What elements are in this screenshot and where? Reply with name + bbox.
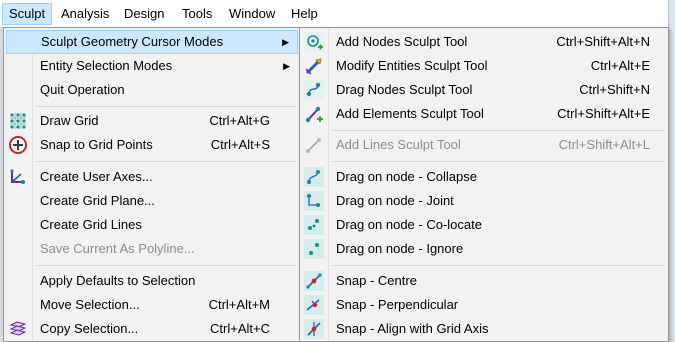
menu-item-label: Drag on node - Co-locate — [336, 217, 482, 232]
menu-item-shortcut: Ctrl+Shift+Alt+E — [557, 106, 650, 121]
copy-selection-icon — [8, 319, 28, 339]
menu-item-label: Add Lines Sculpt Tool — [336, 137, 461, 152]
menu-sculpt[interactable]: Sculpt — [2, 3, 53, 25]
sculpt-menu: Sculpt Geometry Cursor Modes ▶ Entity Se… — [3, 27, 301, 342]
menu-item-label: Save Current As Polyline... — [40, 241, 195, 256]
menu-item-snap-align-grid-axis[interactable]: Snap - Align with Grid Axis — [302, 317, 666, 341]
add-nodes-icon — [304, 32, 324, 52]
menu-item-snap-grid-points[interactable]: Snap to Grid Points Ctrl+Alt+S — [6, 133, 298, 157]
menu-item-move-selection[interactable]: Move Selection... Ctrl+Alt+M — [6, 293, 298, 317]
snap-grid-icon — [8, 135, 28, 155]
menu-item-label: Modify Entities Sculpt Tool — [336, 58, 488, 73]
menu-item-copy-selection[interactable]: Copy Selection... Ctrl+Alt+C — [6, 317, 298, 341]
menu-item-create-grid-plane[interactable]: Create Grid Plane... — [6, 189, 298, 213]
menu-item-label: Quit Operation — [40, 82, 125, 97]
menu-separator — [332, 130, 664, 131]
menu-item-drag-joint[interactable]: Drag on node - Joint — [302, 189, 666, 213]
menu-item-label: Drag Nodes Sculpt Tool — [336, 82, 473, 97]
menu-separator — [332, 161, 664, 162]
snap-perpendicular-icon — [304, 295, 324, 315]
drag-joint-icon — [304, 191, 324, 211]
menu-item-label: Apply Defaults to Selection — [40, 273, 196, 288]
menu-item-draw-grid[interactable]: Draw Grid Ctrl+Alt+G — [6, 109, 298, 133]
drag-collapse-icon — [304, 167, 324, 187]
menu-item-drag-ignore[interactable]: Drag on node - Ignore — [302, 237, 666, 261]
drag-ignore-icon — [304, 239, 324, 259]
menu-item-shortcut: Ctrl+Alt+E — [590, 58, 650, 73]
menu-item-modify-entities-tool[interactable]: Modify Entities Sculpt Tool Ctrl+Alt+E — [302, 54, 666, 78]
menu-item-label: Snap - Perpendicular — [336, 297, 459, 312]
menu-item-add-lines-tool: Add Lines Sculpt Tool Ctrl+Shift+Alt+L — [302, 133, 666, 157]
menu-item-save-as-polyline: Save Current As Polyline... — [6, 237, 298, 261]
menu-item-label: Entity Selection Modes — [40, 58, 173, 73]
snap-align-icon — [304, 319, 324, 339]
menu-item-label: Create User Axes... — [40, 169, 153, 184]
menu-item-drag-collapse[interactable]: Drag on node - Collapse — [302, 165, 666, 189]
modify-entities-icon — [304, 56, 324, 76]
menu-item-shortcut: Ctrl+Alt+C — [210, 321, 270, 336]
menu-item-label: Drag on node - Ignore — [336, 241, 464, 256]
user-axes-icon — [8, 167, 28, 187]
menu-item-label: Snap - Align with Grid Axis — [336, 321, 489, 336]
menu-window[interactable]: Window — [223, 3, 281, 25]
menu-item-drag-nodes-tool[interactable]: Drag Nodes Sculpt Tool Ctrl+Shift+N — [302, 78, 666, 102]
menu-item-label: Copy Selection... — [40, 321, 139, 336]
menu-item-shortcut: Ctrl+Shift+Alt+N — [556, 34, 650, 49]
menu-item-label: Drag on node - Joint — [336, 193, 454, 208]
menu-item-shortcut: Ctrl+Alt+G — [209, 113, 270, 128]
menu-item-label: Sculpt Geometry Cursor Modes — [41, 34, 224, 49]
menu-item-label: Drag on node - Collapse — [336, 169, 477, 184]
menu-item-create-user-axes[interactable]: Create User Axes... — [6, 165, 298, 189]
snap-centre-icon — [304, 271, 324, 291]
menu-item-label: Snap to Grid Points — [40, 137, 153, 152]
menu-help[interactable]: Help — [285, 3, 324, 25]
menu-item-label: Draw Grid — [40, 113, 99, 128]
menu-bar: Sculpt Analysis Design Tools Window Help — [0, 0, 675, 28]
menu-separator — [36, 161, 296, 162]
menu-item-cursor-modes[interactable]: Sculpt Geometry Cursor Modes ▶ — [6, 30, 298, 54]
menu-item-label: Create Grid Plane... — [40, 193, 155, 208]
menu-item-shortcut: Ctrl+Alt+S — [210, 137, 270, 152]
menu-item-shortcut: Ctrl+Shift+Alt+L — [558, 137, 650, 152]
menu-tools[interactable]: Tools — [176, 3, 218, 25]
menu-item-add-nodes-tool[interactable]: Add Nodes Sculpt Tool Ctrl+Shift+Alt+N — [302, 30, 666, 54]
menu-separator — [36, 106, 296, 107]
menu-item-label: Add Elements Sculpt Tool — [336, 106, 484, 121]
drag-nodes-icon — [304, 80, 324, 100]
menu-item-create-grid-lines[interactable]: Create Grid Lines — [6, 213, 298, 237]
menu-separator — [332, 265, 664, 266]
grid-icon — [8, 111, 28, 131]
menu-item-label: Move Selection... — [40, 297, 140, 312]
menu-item-label: Snap - Centre — [336, 273, 417, 288]
menu-item-label: Add Nodes Sculpt Tool — [336, 34, 468, 49]
menu-analysis[interactable]: Analysis — [55, 3, 115, 25]
menu-item-shortcut: Ctrl+Shift+N — [579, 82, 650, 97]
menu-separator — [36, 265, 296, 266]
menu-item-snap-centre[interactable]: Snap - Centre — [302, 269, 666, 293]
submenu-arrow-icon: ▶ — [283, 61, 290, 71]
menu-item-quit-operation[interactable]: Quit Operation — [6, 78, 298, 102]
menu-design[interactable]: Design — [118, 3, 170, 25]
window-scroll-edge — [668, 0, 675, 342]
cursor-modes-submenu: Add Nodes Sculpt Tool Ctrl+Shift+Alt+N M… — [299, 27, 669, 342]
menu-item-add-elements-tool[interactable]: Add Elements Sculpt Tool Ctrl+Shift+Alt+… — [302, 102, 666, 126]
menu-item-drag-colocate[interactable]: Drag on node - Co-locate — [302, 213, 666, 237]
menu-item-entity-selection-modes[interactable]: Entity Selection Modes ▶ — [6, 54, 298, 78]
menu-item-apply-defaults[interactable]: Apply Defaults to Selection — [6, 269, 298, 293]
add-lines-icon — [304, 135, 324, 155]
menu-item-shortcut: Ctrl+Alt+M — [208, 297, 270, 312]
menu-item-snap-perpendicular[interactable]: Snap - Perpendicular — [302, 293, 666, 317]
menu-item-label: Create Grid Lines — [40, 217, 142, 232]
submenu-arrow-icon: ▶ — [282, 37, 289, 47]
add-elements-icon — [304, 104, 324, 124]
drag-colocate-icon — [304, 215, 324, 235]
